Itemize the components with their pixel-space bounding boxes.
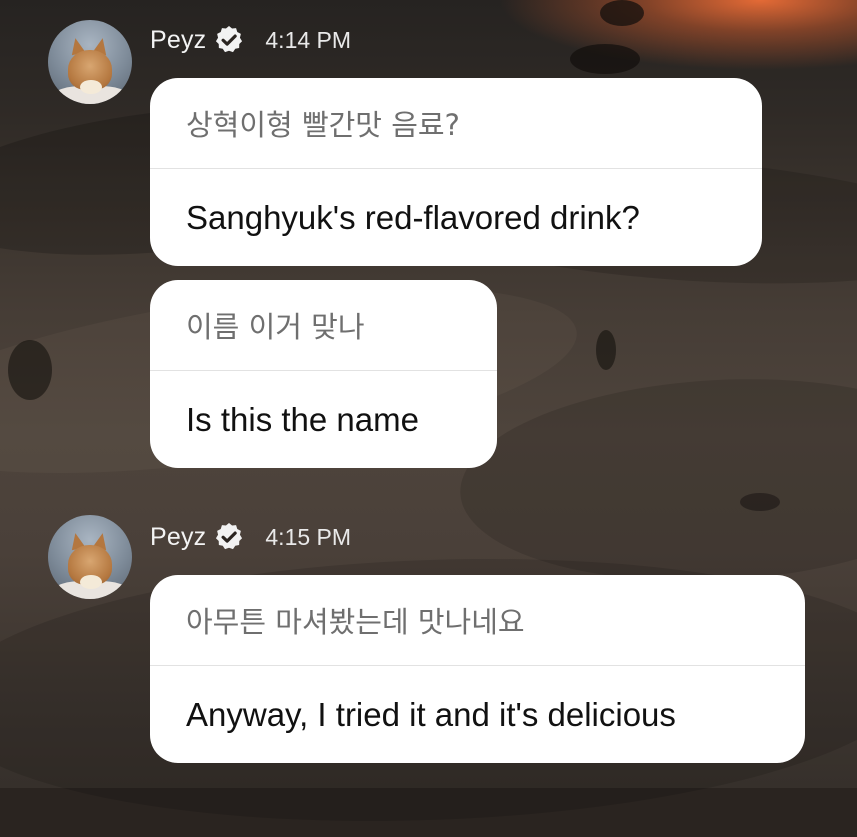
avatar-tail <box>80 80 102 94</box>
message-bubble[interactable]: 상혁이형 빨간맛 음료? Sanghyuk's red-flavored dri… <box>150 78 762 266</box>
author-name[interactable]: Peyz <box>150 26 206 55</box>
user-avatar[interactable] <box>48 20 132 104</box>
translated-text: Is this the name <box>186 400 419 438</box>
timestamp: 4:14 PM <box>265 26 352 53</box>
original-text: 이름 이거 맞나 <box>186 310 365 344</box>
timestamp: 4:15 PM <box>265 523 352 550</box>
message-header: Peyz 4:14 PM <box>150 20 351 60</box>
shrub <box>740 493 780 511</box>
translated-text: Sanghyuk's red-flavored drink? <box>186 198 640 236</box>
user-avatar[interactable] <box>48 515 132 599</box>
original-text: 아무튼 마셔봤는데 맛나네요 <box>186 605 525 639</box>
shrub <box>600 0 644 26</box>
verified-check-icon <box>216 523 243 550</box>
shrub <box>570 44 640 74</box>
author-name[interactable]: Peyz <box>150 523 206 552</box>
message-header: Peyz 4:15 PM <box>150 517 351 557</box>
original-text: 상혁이형 빨간맛 음료? <box>186 108 460 142</box>
translated-text: Anyway, I tried it and it's delicious <box>186 695 676 733</box>
verified-check-icon <box>216 26 243 53</box>
avatar-tail <box>80 575 102 589</box>
shrub <box>596 330 616 370</box>
shrub <box>8 340 52 400</box>
message-bubble[interactable]: 이름 이거 맞나 Is this the name <box>150 280 497 468</box>
message-bubble[interactable]: 아무튼 마셔봤는데 맛나네요 Anyway, I tried it and it… <box>150 575 805 763</box>
